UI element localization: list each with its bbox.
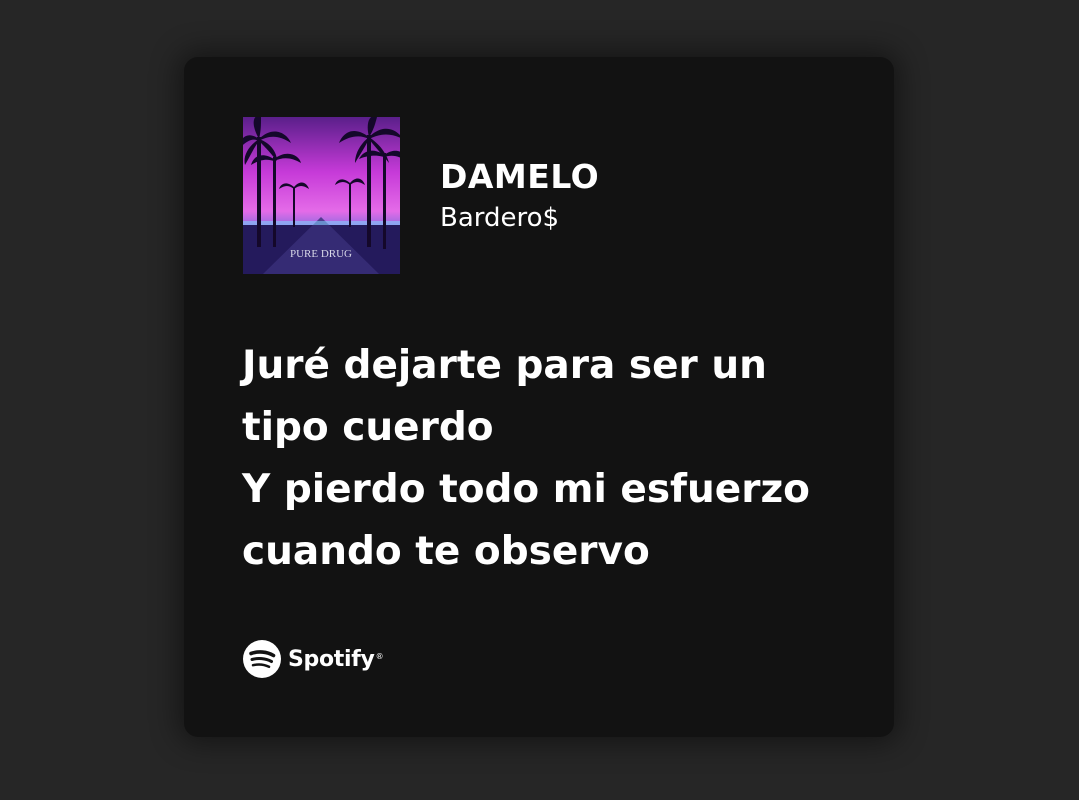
album-cover: PURE DRUG — [243, 117, 400, 274]
lyric-line: Juré dejarte para ser un — [242, 343, 767, 388]
trademark-mark: ® — [375, 651, 384, 661]
lyrics-block: Juré dejarte para ser un tipo cuerdo Y p… — [242, 335, 872, 583]
track-artist: Bardero$ — [440, 203, 560, 233]
spotify-wordmark: Spotify — [288, 646, 375, 672]
lyric-line: tipo cuerdo — [242, 405, 494, 450]
spotify-brand: Spotify ® — [242, 639, 384, 679]
album-cover-art: PURE DRUG — [243, 117, 400, 274]
lyric-line: cuando te observo — [242, 529, 650, 574]
lyric-line: Y pierdo todo mi esfuerzo — [242, 467, 810, 512]
lyrics-share-card: PURE DRUG DAMELO Bardero$ Juré dejarte p… — [184, 57, 894, 737]
spotify-icon — [243, 640, 281, 678]
album-cover-text: PURE DRUG — [290, 248, 352, 260]
track-title: DAMELO — [440, 157, 600, 196]
